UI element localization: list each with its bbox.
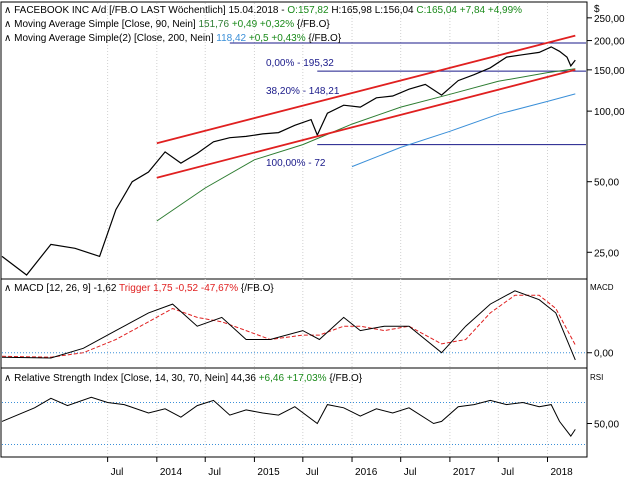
legend-price-close: C:165,04 +7,84 +4,99% bbox=[416, 5, 522, 16]
legend-price-high-low: H:165,98 L:156,04 bbox=[329, 5, 417, 16]
legend-ma90-value: 151,76 bbox=[198, 19, 229, 30]
rsi-legend-prefix: Relative Strength Index [Close, 14, 30, … bbox=[14, 373, 259, 384]
legend-price-marker: ∧ bbox=[4, 5, 14, 16]
legend-ma200-value: 118,42 bbox=[216, 33, 246, 44]
legend-ma200-change: +0,5 +0,43% bbox=[246, 33, 306, 44]
x-tick-label-7: 2017 bbox=[453, 467, 476, 478]
x-tick-label-8: Jul bbox=[501, 467, 514, 478]
legend-ma90-prefix: Moving Average Simple [Close, 90, Nein] bbox=[14, 19, 198, 30]
legend-line-ma90: ∧ Moving Average Simple [Close, 90, Nein… bbox=[4, 19, 330, 30]
legend-ma90-change: +0,49 +0,32% bbox=[229, 19, 294, 30]
macd-legend-trigger: Trigger 1,75 -0,52 -47,67% bbox=[119, 283, 238, 294]
price-tick-label-2: 150,00 bbox=[594, 66, 625, 77]
legend-price-prefix: FACEBOOK INC A/d [/FB.O LAST Wöchentlich… bbox=[14, 5, 287, 16]
price-tick-label-1: 200,00 bbox=[594, 37, 625, 48]
x-tick-label-4: Jul bbox=[306, 467, 319, 478]
x-tick-label-5: 2016 bbox=[355, 467, 378, 478]
rsi-legend: ∧ Relative Strength Index [Close, 14, 30… bbox=[4, 373, 363, 384]
price-tick-label-4: 50,00 bbox=[594, 178, 619, 189]
x-tick-label-2: Jul bbox=[208, 467, 221, 478]
x-tick-label-1: 2014 bbox=[160, 467, 183, 478]
legend-line-price: ∧ FACEBOOK INC A/d [/FB.O LAST Wöchentli… bbox=[4, 5, 522, 16]
rsi-legend-suffix: {/FB.O} bbox=[327, 373, 363, 384]
legend-ma90-suffix: {/FB.O} bbox=[294, 19, 330, 30]
legend-ma90-marker: ∧ bbox=[4, 19, 14, 30]
x-tick-label-9: 2018 bbox=[550, 467, 573, 478]
legend-line-ma200: ∧ Moving Average Simple(2) [Close, 200, … bbox=[4, 33, 342, 44]
macd-legend-suffix: {/FB.O} bbox=[238, 283, 274, 294]
x-tick-label-6: Jul bbox=[404, 467, 417, 478]
legend-ma200-prefix: Moving Average Simple(2) [Close, 200, Ne… bbox=[14, 33, 216, 44]
x-tick-label-3: 2015 bbox=[257, 467, 280, 478]
price-tick-label-3: 100,00 bbox=[594, 107, 625, 118]
rsi-legend-marker: ∧ bbox=[4, 373, 14, 384]
x-tick-label-0: Jul bbox=[111, 467, 124, 478]
legend-ma200-suffix: {/FB.O} bbox=[306, 33, 342, 44]
macd-legend-marker: ∧ bbox=[4, 283, 14, 294]
currency-label: $ bbox=[594, 4, 600, 15]
rsi-side-label: RSI bbox=[590, 373, 603, 382]
macd-tick-label-0: 0,00 bbox=[594, 349, 614, 360]
macd-legend: ∧ MACD [12, 26, 9] -1,62 Trigger 1,75 -0… bbox=[4, 283, 274, 294]
macd-side-label: MACD bbox=[590, 283, 614, 292]
stock-chart: Jul 2014 Jul 2015 Jul 2016 Jul 2017 Jul 2018 250,0… bbox=[0, 0, 640, 480]
rsi-legend-change: +6,46 +17,03% bbox=[259, 373, 327, 384]
legend-ma200-marker: ∧ bbox=[4, 33, 14, 44]
fib-label-38: 38,20% - 148,21 bbox=[266, 86, 340, 97]
legend-price-open: O:157,82 bbox=[287, 5, 329, 16]
fib-label-100: 100,00% - 72 bbox=[266, 158, 326, 169]
rsi-tick-label-0: 50,00 bbox=[594, 420, 619, 431]
price-tick-label-0: 250,00 bbox=[594, 14, 625, 25]
macd-legend-prefix: MACD [12, 26, 9] -1,62 bbox=[14, 283, 119, 294]
fib-label-0: 0,00% - 195,32 bbox=[266, 58, 334, 69]
price-tick-label-5: 25,00 bbox=[594, 248, 619, 259]
chart-background bbox=[0, 0, 640, 480]
